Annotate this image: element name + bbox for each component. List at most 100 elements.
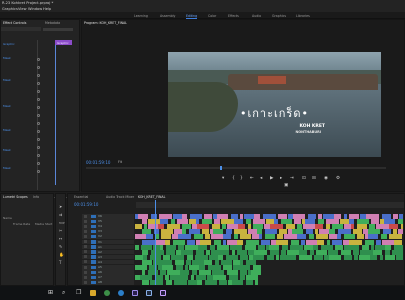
timeline-clip[interactable] [246, 280, 253, 286]
ec-playhead[interactable] [55, 45, 56, 185]
track-target-toggle[interactable] [91, 214, 96, 218]
track-target-toggle[interactable] [91, 219, 96, 224]
keyframe-icon[interactable] [37, 154, 40, 157]
keyframe-icon[interactable] [37, 58, 40, 61]
extract-icon[interactable]: ⊟ [312, 176, 316, 181]
column-name[interactable]: Name [3, 216, 12, 220]
lock-icon[interactable] [84, 229, 87, 233]
track-header[interactable]: A6 [82, 270, 134, 275]
task-view-icon[interactable]: ❐ [76, 289, 81, 296]
track-select-tool-icon[interactable]: ⇉ [59, 212, 62, 217]
track-header[interactable]: A7 [82, 275, 134, 280]
tab-metadata[interactable]: Metadata [45, 21, 60, 25]
zoom-select[interactable]: Fit [118, 160, 122, 164]
ec-row[interactable]: Mask [3, 128, 11, 132]
track-header[interactable]: V2 [82, 234, 134, 239]
lock-icon[interactable] [84, 240, 87, 243]
keyframe-icon[interactable] [37, 66, 40, 69]
search-icon[interactable]: ⌕ [62, 289, 65, 297]
program-timecode[interactable]: 00:01:59:10 [86, 160, 110, 165]
track-header[interactable]: V1 [82, 239, 134, 244]
timeline-clip[interactable] [174, 280, 187, 286]
program-scrubber[interactable] [86, 167, 386, 169]
tab-info[interactable]: Info [33, 195, 39, 199]
keyframe-icon[interactable] [37, 162, 40, 165]
track-target-toggle[interactable] [91, 240, 96, 244]
menu-window[interactable]: Window [28, 7, 42, 11]
menu-help[interactable]: Help [43, 7, 51, 11]
workspace-learning[interactable]: Learning [134, 14, 148, 18]
tab-lumetri-scopes[interactable]: Lumetri Scopes [3, 195, 28, 199]
tab-audio-mixer[interactable]: Audio Track Mixer [106, 195, 134, 199]
timeline-ruler[interactable] [136, 202, 404, 208]
timeline-clip[interactable] [255, 280, 258, 286]
track-target-toggle[interactable] [91, 265, 96, 269]
track-target-toggle[interactable] [91, 245, 96, 249]
slip-tool-icon[interactable]: ↔ [59, 236, 62, 241]
column-media-start[interactable]: Media Start [35, 222, 52, 226]
tab-essential[interactable]: Essential [74, 195, 88, 199]
workspace-editing[interactable]: Editing [186, 14, 198, 19]
windows-start-icon[interactable]: ⊞ [48, 289, 53, 296]
tab-sequence[interactable]: KOH_KRET_FINAL [138, 195, 165, 199]
keyframe-icon[interactable] [37, 82, 40, 85]
timeline-clip[interactable] [142, 280, 149, 286]
premiere-icon[interactable] [132, 290, 138, 296]
ec-clip-bar[interactable]: Graphic [55, 40, 72, 45]
track-target-toggle[interactable] [91, 234, 96, 239]
workspace-assembly[interactable]: Assembly [160, 14, 175, 18]
track-target-toggle[interactable] [91, 275, 96, 280]
ripple-edit-tool-icon[interactable]: ⟺ [59, 220, 65, 225]
media-encoder-icon[interactable] [146, 290, 152, 296]
keyframe-icon[interactable] [37, 114, 40, 117]
tab-effect-controls[interactable]: Effect Controls [3, 21, 26, 25]
track-header[interactable]: A4 [82, 259, 134, 265]
menu-graphics[interactable]: Graphics [2, 7, 18, 11]
file-explorer-icon[interactable] [90, 290, 96, 296]
lock-icon[interactable] [84, 275, 87, 279]
workspace-effects[interactable]: Effects [228, 14, 239, 18]
ec-row[interactable]: Mask [3, 78, 11, 82]
keyframe-icon[interactable] [37, 122, 40, 125]
timeline-clip[interactable] [197, 280, 202, 286]
after-effects-icon[interactable] [160, 290, 166, 296]
track-header[interactable]: V5 [82, 219, 134, 224]
lock-icon[interactable] [84, 250, 87, 254]
track-header[interactable]: A5 [82, 265, 134, 270]
ec-row[interactable]: Graphic [3, 42, 15, 46]
lock-icon[interactable] [84, 214, 87, 218]
tab-program[interactable]: Program: KOH_KRET_FINAL [84, 21, 127, 25]
track-header[interactable]: A8 [82, 280, 134, 285]
workspace-graphics[interactable]: Graphics [272, 14, 286, 18]
ec-row[interactable]: Mask [3, 148, 11, 152]
column-frame-rate[interactable]: Frame Rate [13, 222, 30, 226]
hand-tool-icon[interactable]: ✋ [59, 252, 64, 257]
lock-icon[interactable] [84, 265, 87, 269]
track-target-toggle[interactable] [91, 280, 96, 285]
in-icon[interactable]: { [232, 176, 235, 181]
workspace-audio[interactable]: Audio [252, 14, 261, 18]
timeline-timecode[interactable]: 00:01:59:10 [74, 202, 98, 207]
track-target-toggle[interactable] [91, 270, 96, 275]
timeline-clip[interactable] [205, 280, 217, 286]
button-editor-icon[interactable]: ▣ [284, 183, 288, 188]
ec-row[interactable]: Mask [3, 104, 11, 108]
workspace-color[interactable]: Color [208, 14, 216, 18]
track-target-toggle[interactable] [91, 250, 96, 254]
lock-icon[interactable] [84, 245, 87, 249]
lock-icon[interactable] [84, 234, 87, 238]
ec-row[interactable]: Mask [3, 56, 11, 60]
timeline-clip[interactable] [166, 280, 172, 286]
program-playhead[interactable] [220, 166, 222, 170]
lock-icon[interactable] [84, 219, 87, 223]
track-target-toggle[interactable] [91, 255, 96, 259]
keyframe-icon[interactable] [37, 138, 40, 141]
lock-icon[interactable] [84, 224, 87, 228]
lift-icon[interactable]: ⊡ [302, 176, 306, 181]
pen-tool-icon[interactable]: ✎ [59, 244, 62, 249]
lock-icon[interactable] [84, 255, 87, 259]
track-header[interactable]: V3 [82, 229, 134, 234]
track-target-toggle[interactable] [91, 260, 96, 264]
edge-icon[interactable] [118, 290, 124, 296]
timeline-clip[interactable] [232, 280, 243, 286]
